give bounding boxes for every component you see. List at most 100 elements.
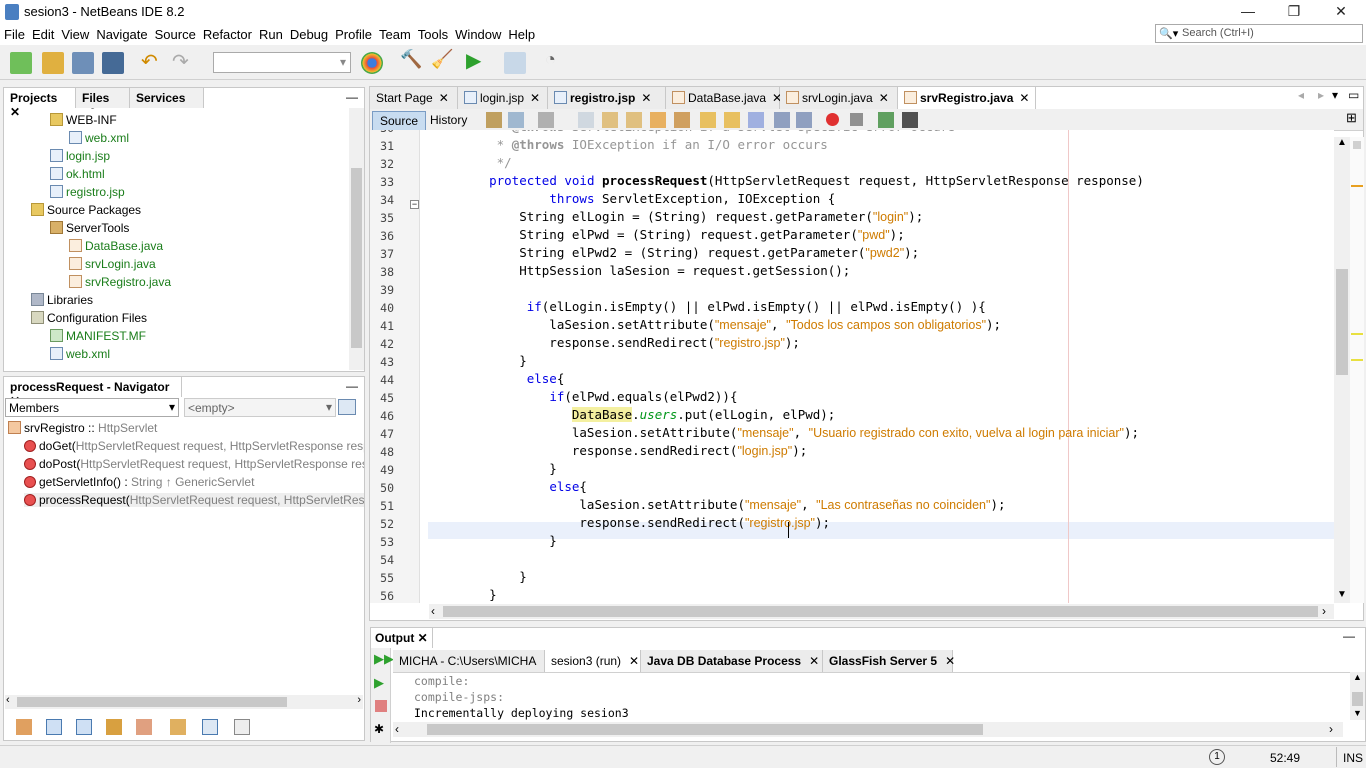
close-icon[interactable]: ✕ — [879, 91, 889, 105]
tree-item[interactable]: WEB-INF — [50, 113, 117, 127]
output-tab[interactable]: sesion3 (run) ✕ — [545, 650, 641, 672]
open-project-icon[interactable] — [72, 52, 94, 74]
output-vscrollbar[interactable]: ▲ ▼ — [1350, 672, 1365, 720]
editor-tab[interactable]: srvLogin.java ✕ — [780, 87, 898, 109]
tree-item[interactable]: Web Pages — [31, 108, 109, 109]
output-tab[interactable]: MICHA - C:\Users\MICHA✕ — [393, 650, 554, 672]
editor-tab[interactable]: srvRegistro.java ✕ — [898, 87, 1036, 109]
projects-scrollbar[interactable] — [349, 108, 364, 370]
browser-icon[interactable] — [361, 52, 383, 74]
shift-left-icon[interactable] — [774, 112, 790, 128]
maximize-button[interactable]: ❐ — [1271, 0, 1317, 24]
close-icon[interactable]: ✕ — [641, 91, 651, 105]
toggle-rect-select-icon[interactable] — [674, 112, 690, 128]
editor-vscrollbar[interactable]: ▲ ▼ — [1334, 137, 1350, 603]
menu-tools[interactable]: Tools — [414, 24, 451, 42]
menu-run[interactable]: Run — [255, 24, 286, 42]
tab-navigator[interactable]: processRequest - Navigator ✕ — [4, 377, 182, 408]
filter-nonpublic-icon[interactable] — [76, 719, 92, 735]
toggle-highlight-icon[interactable] — [650, 112, 666, 128]
uncomment-icon[interactable] — [902, 112, 918, 128]
shift-right-icon[interactable] — [796, 112, 812, 128]
editor-tab[interactable]: DataBase.java ✕ — [666, 87, 782, 109]
menu-debug[interactable]: Debug — [286, 24, 331, 42]
navigator-member[interactable]: getServletInfo() : String ↑ GenericServl… — [24, 475, 254, 489]
navigator-member[interactable]: doPost(HttpServletRequest request, HttpS… — [24, 457, 364, 471]
tab-projects[interactable]: Projects ✕ — [4, 88, 76, 119]
search-input[interactable]: Search (Ctrl+I) — [1182, 27, 1254, 39]
split-editor-icon[interactable]: ⊞ — [1346, 111, 1360, 126]
tree-item[interactable]: srvRegistro.java — [69, 275, 171, 289]
menu-file[interactable]: File — [0, 24, 28, 42]
source-tab[interactable]: Source — [372, 111, 427, 131]
close-icon[interactable]: ✕ — [809, 654, 819, 668]
filter-inner-icon[interactable] — [136, 719, 152, 735]
next-bookmark-icon[interactable] — [724, 112, 740, 128]
minimize-panel-icon[interactable]: — — [346, 90, 358, 104]
toggle-bookmark-icon[interactable] — [748, 112, 764, 128]
tree-item[interactable]: login.jsp — [50, 149, 110, 163]
output-console[interactable]: compile: compile-jsps: Incrementally deplo… — [393, 672, 1351, 720]
debug-icon[interactable] — [504, 52, 526, 74]
close-icon[interactable]: ✕ — [945, 654, 955, 668]
output-tab[interactable]: Java DB Database Process ✕ — [641, 650, 823, 672]
filter-static-icon[interactable] — [46, 719, 62, 735]
previous-bookmark-icon[interactable] — [700, 112, 716, 128]
tree-item[interactable]: ServerTools — [50, 221, 129, 235]
close-icon[interactable]: ✕ — [530, 91, 540, 105]
tree-item[interactable]: registro.jsp — [50, 185, 125, 199]
close-button[interactable]: ✕ — [1318, 0, 1364, 24]
find-next-icon[interactable] — [626, 112, 642, 128]
new-file-icon[interactable] — [10, 52, 32, 74]
clean-build-icon[interactable]: 🧹 — [431, 49, 453, 71]
menu-edit[interactable]: Edit — [28, 24, 57, 42]
editor-hscrollbar[interactable]: ‹ › — [429, 604, 1334, 619]
filter-inherited-icon[interactable] — [106, 719, 122, 735]
close-icon[interactable]: ✕ — [1019, 91, 1029, 105]
filter-fields-icon[interactable] — [16, 719, 32, 735]
configuration-dropdown[interactable] — [213, 52, 351, 73]
minimize-panel-icon[interactable]: — — [346, 379, 358, 393]
tab-services[interactable]: Services — [130, 88, 204, 108]
rerun-icon[interactable]: ▶▶ — [374, 651, 394, 667]
editor-tab[interactable]: registro.jsp ✕ — [548, 87, 666, 109]
tree-item[interactable]: web.xml — [50, 347, 110, 361]
settings-icon[interactable]: ✱ — [374, 722, 384, 736]
menu-profile[interactable]: Profile — [331, 24, 375, 42]
members-dropdown[interactable]: Members ▾ — [5, 398, 179, 417]
tree-item[interactable]: DataBase.java — [69, 239, 163, 253]
redo-icon[interactable]: ↷ — [172, 49, 194, 73]
back-icon[interactable] — [508, 112, 524, 128]
history-tab[interactable]: History — [426, 111, 471, 129]
error-stripe[interactable] — [1350, 137, 1364, 603]
navigator-member[interactable]: processRequest(HttpServletRequest reques… — [24, 493, 364, 507]
close-icon[interactable]: ✕ — [629, 654, 639, 668]
close-icon[interactable]: ✕ — [418, 631, 428, 645]
output-tab[interactable]: GlassFish Server 5 ✕ — [823, 650, 955, 672]
maximize-editor-icon[interactable]: ▭ — [1348, 88, 1359, 102]
minimize-panel-icon[interactable]: — — [1343, 629, 1355, 643]
navigator-class[interactable]: srvRegistro :: HttpServlet — [8, 421, 157, 435]
menu-view[interactable]: View — [57, 24, 92, 42]
tree-item[interactable]: Configuration Files — [31, 311, 147, 325]
start-macro-icon[interactable] — [826, 113, 839, 126]
profile-icon[interactable]: ◔ — [545, 49, 567, 71]
menu-source[interactable]: Source — [151, 24, 199, 42]
tab-list-icon[interactable]: ▾ — [1332, 88, 1338, 102]
menu-refactor[interactable]: Refactor — [199, 24, 255, 42]
javadoc-icon[interactable] — [338, 399, 356, 415]
run-icon[interactable]: ▶ — [466, 48, 488, 72]
notifications-icon[interactable]: 1 — [1209, 749, 1225, 765]
fold-toggle-icon[interactable]: − — [410, 200, 419, 209]
build-hammer-icon[interactable]: 🔨 — [400, 49, 422, 71]
tree-item[interactable]: Source Packages — [31, 203, 141, 217]
comment-icon[interactable] — [878, 112, 894, 128]
menu-window[interactable]: Window — [451, 24, 504, 42]
output-hscrollbar[interactable]: ‹ › — [393, 722, 1343, 737]
editor-tab[interactable]: login.jsp ✕ — [458, 87, 548, 109]
tab-files[interactable]: Files — [76, 88, 130, 108]
close-icon[interactable]: ✕ — [439, 91, 449, 105]
menu-navigate[interactable]: Navigate — [92, 24, 150, 42]
search-box[interactable]: 🔍▾ Search (Ctrl+I) — [1155, 24, 1363, 43]
navigator-member[interactable]: doGet(HttpServletRequest request, HttpSe… — [24, 439, 364, 453]
